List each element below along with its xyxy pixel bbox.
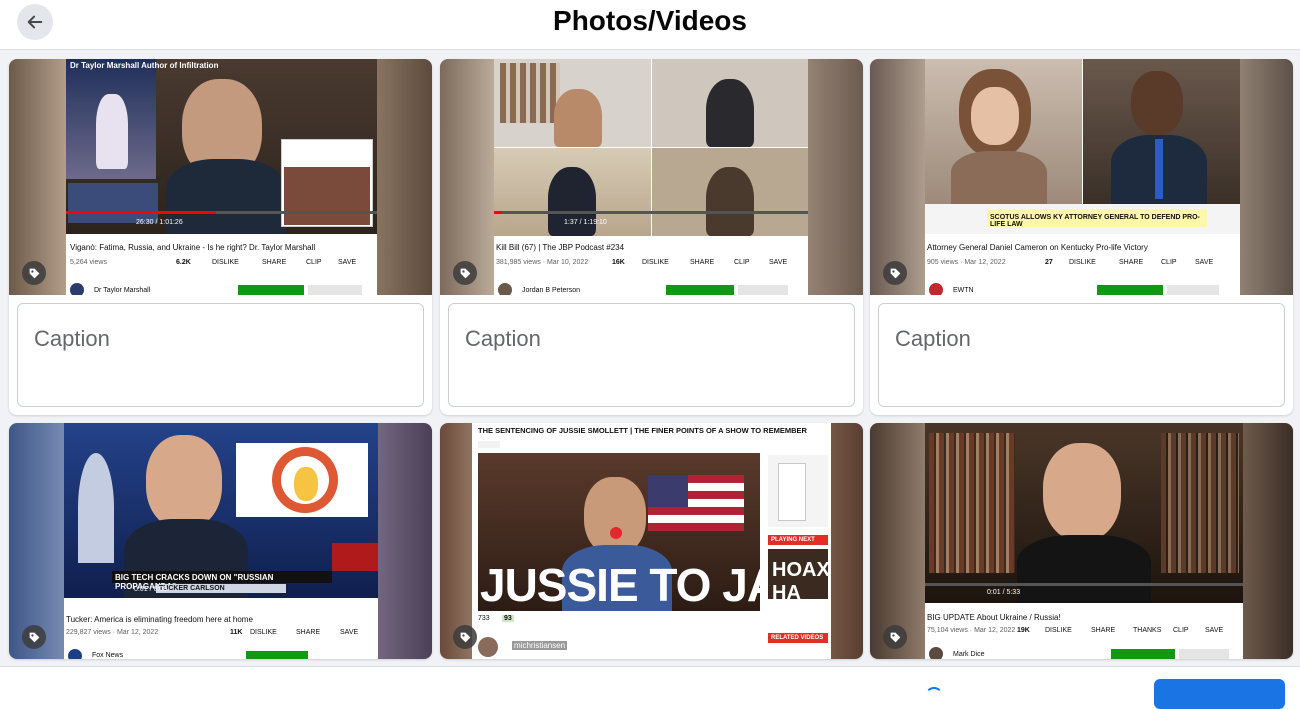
tag-icon: [890, 632, 900, 642]
dialog-footer: [0, 666, 1300, 709]
share-label: SHARE: [262, 259, 287, 266]
overlay-text: Dr Taylor Marshall Author of Infiltratio…: [70, 61, 219, 70]
tag-icon: [460, 632, 470, 642]
tag-button[interactable]: [453, 625, 477, 649]
like-count: 27: [1045, 259, 1053, 266]
video-views: 5,264 views: [70, 259, 107, 266]
caption-input[interactable]: Caption: [448, 303, 855, 407]
channel-name: Fox News: [92, 652, 124, 659]
channel-avatar: [498, 283, 512, 295]
media-card: THE SENTENCING OF JUSSIE SMOLLETT | THE …: [440, 423, 863, 659]
video-thumbnail: Dr Taylor Marshall Author of Infiltratio…: [66, 59, 377, 295]
media-card: 1:37 / 1:19:10 Kill Bill (67) | The JBP …: [440, 59, 863, 415]
channel-avatar: [70, 283, 84, 295]
media-preview[interactable]: 0:01 / 5:33 BIG UPDATE About Ukraine / R…: [870, 423, 1293, 659]
video-title: BIG UPDATE About Ukraine / Russia!: [927, 613, 1061, 622]
video-title: Attorney General Daniel Cameron on Kentu…: [927, 243, 1148, 252]
media-grid: Dr Taylor Marshall Author of Infiltratio…: [0, 50, 1300, 666]
like-count: 6.2K: [176, 259, 191, 266]
video-views: 229,827 views · Mar 12, 2022: [66, 629, 159, 636]
share-label: SHARE: [1119, 259, 1144, 266]
side-label: HOAX HA: [772, 559, 830, 604]
video-views: 75,104 views · Mar 12, 2022: [927, 627, 1016, 634]
clip-label: CLIP: [1161, 259, 1177, 266]
media-card: SCOTUS ALLOWS KY ATTORNEY GENERAL TO DEF…: [870, 59, 1293, 415]
video-thumbnail: 0:01 / 5:33 BIG UPDATE About Ukraine / R…: [925, 423, 1243, 659]
tag-button[interactable]: [453, 261, 477, 285]
channel-name: EWTN: [953, 287, 974, 294]
channel-name: michristiansen: [512, 641, 568, 650]
tag-icon: [460, 268, 470, 278]
video-thumbnail: THE SENTENCING OF JUSSIE SMOLLETT | THE …: [472, 423, 831, 659]
video-thumbnail: 1:37 / 1:19:10 Kill Bill (67) | The JBP …: [494, 59, 808, 295]
playing-next: PLAYING NEXT: [768, 535, 828, 545]
tag-icon: [29, 632, 39, 642]
like-count: 16K: [612, 259, 625, 266]
channel-name: Mark Dice: [953, 651, 985, 658]
save-label: SAVE: [338, 259, 357, 266]
tag-icon: [890, 268, 900, 278]
video-title: THE SENTENCING OF JUSSIE SMOLLETT | THE …: [478, 426, 807, 435]
share-label: SHARE: [1091, 627, 1116, 634]
channel-avatar: [68, 649, 82, 659]
video-time: 0:01 / 5:33: [987, 589, 1021, 596]
dislike-label: DISLIKE: [1045, 627, 1072, 634]
channel-name: Jordan B Peterson: [522, 287, 580, 294]
save-label: SAVE: [340, 629, 359, 636]
channel-name: Dr Taylor Marshall: [94, 287, 151, 294]
like-count: 19K: [1017, 627, 1030, 634]
tag-button[interactable]: [883, 625, 907, 649]
like-count: 11K: [230, 629, 243, 636]
video-thumbnail: BIG TECH CRACKS DOWN ON "RUSSIAN PROPAGA…: [64, 423, 378, 659]
like-count: 93: [502, 615, 514, 622]
thanks-label: THANKS: [1133, 627, 1162, 634]
video-thumbnail: SCOTUS ALLOWS KY ATTORNEY GENERAL TO DEF…: [925, 59, 1240, 295]
media-preview[interactable]: BIG TECH CRACKS DOWN ON "RUSSIAN PROPAGA…: [9, 423, 432, 659]
page-title: Photos/Videos: [553, 5, 747, 36]
news-banner: SCOTUS ALLOWS KY ATTORNEY GENERAL TO DEF…: [987, 209, 1207, 228]
video-title: Tucker: America is eliminating freedom h…: [66, 615, 253, 624]
save-label: SAVE: [769, 259, 788, 266]
lower-third: BIG TECH CRACKS DOWN ON "RUSSIAN PROPAGA…: [112, 571, 332, 591]
media-preview[interactable]: THE SENTENCING OF JUSSIE SMOLLETT | THE …: [440, 423, 863, 659]
share-label: SHARE: [296, 629, 321, 636]
clip-label: CLIP: [734, 259, 750, 266]
dislike-label: DISLIKE: [212, 259, 239, 266]
clip-label: CLIP: [1173, 627, 1189, 634]
media-preview[interactable]: SCOTUS ALLOWS KY ATTORNEY GENERAL TO DEF…: [870, 59, 1293, 295]
video-time: 1:37 / 1:19:10: [564, 219, 607, 226]
host-name: TUCKER CARLSON: [156, 584, 286, 593]
video-time: 0:01 / 6:09: [134, 586, 168, 593]
media-preview[interactable]: 1:37 / 1:19:10 Kill Bill (67) | The JBP …: [440, 59, 863, 295]
related-videos: RELATED VIDEOS: [768, 633, 828, 643]
video-title: Viganò: Fatima, Russia, and Ukraine - Is…: [70, 243, 316, 252]
save-label: SAVE: [1195, 259, 1214, 266]
clip-label: CLIP: [306, 259, 322, 266]
dislike-label: DISLIKE: [642, 259, 669, 266]
tag-icon: [29, 268, 39, 278]
channel-avatar: [929, 647, 943, 659]
media-card: 0:01 / 5:33 BIG UPDATE About Ukraine / R…: [870, 423, 1293, 659]
video-views: 905 views · Mar 12, 2022: [927, 259, 1006, 266]
tag-button[interactable]: [883, 261, 907, 285]
primary-action-button[interactable]: [1154, 679, 1285, 709]
video-time: 26:30 / 1:01:26: [136, 219, 183, 226]
media-preview[interactable]: Dr Taylor Marshall Author of Infiltratio…: [9, 59, 432, 295]
save-label: SAVE: [1205, 627, 1224, 634]
dialog-header: Photos/Videos: [0, 0, 1300, 50]
video-views: 733: [478, 615, 490, 622]
video-views: 381,985 views · Mar 10, 2022: [496, 259, 589, 266]
dislike-label: DISLIKE: [1069, 259, 1096, 266]
caption-input[interactable]: Caption: [878, 303, 1285, 407]
caption-input[interactable]: Caption: [17, 303, 424, 407]
video-title: Kill Bill (67) | The JBP Podcast #234: [496, 243, 625, 252]
tag-button[interactable]: [22, 625, 46, 649]
media-card: BIG TECH CRACKS DOWN ON "RUSSIAN PROPAGA…: [9, 423, 432, 659]
tag-button[interactable]: [22, 261, 46, 285]
media-card: Dr Taylor Marshall Author of Infiltratio…: [9, 59, 432, 415]
dislike-label: DISLIKE: [250, 629, 277, 636]
channel-avatar: [478, 637, 498, 657]
channel-avatar: [929, 283, 943, 295]
share-label: SHARE: [690, 259, 715, 266]
